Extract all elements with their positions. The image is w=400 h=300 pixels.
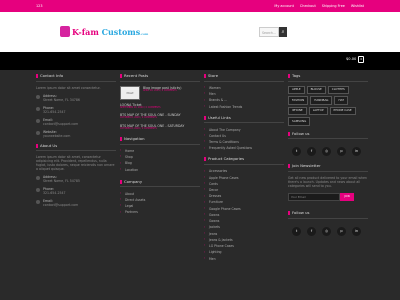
tag-chip[interactable]: SAMSUNG [288,117,311,126]
checkout-link[interactable]: Checkout [300,4,316,8]
tag-chip[interactable]: CLOTHES [327,85,349,95]
tag-chip[interactable]: PHONE CASE [329,106,356,116]
topbar-links: My account Checkout Shipping Free Wishli… [274,4,364,8]
social-links-2: t f ◎ p in [292,226,368,236]
tag-chip[interactable]: HAT [334,96,348,105]
location-icon [36,94,40,99]
tag-chip[interactable]: FASHION [288,96,309,105]
social-links: t f ◎ p in [292,147,368,157]
store-link[interactable]: Latest Fashion Trends [204,104,284,110]
main-nav [0,52,400,70]
email-icon [36,118,40,123]
location-icon [36,176,40,181]
navigation-heading: Navigation [120,135,200,145]
tag-cloud: APPLE BLOUSE CLOTHES FASHION HANDBAG HAT IPHON… [288,85,368,126]
categories-heading: Product Categories [204,155,284,166]
contact-column: Contact Info Lorem ipsum dolor sit amet … [36,72,116,208]
post-meta: SEPTEMBER 10, 2020 / 0 COMMENTS [120,105,161,109]
facebook-icon[interactable]: f [307,226,316,236]
instagram-icon[interactable]: ◎ [322,147,331,157]
cart-bag-icon: 0 [358,56,365,63]
tags-column: Tags APPLE BLOUSE CLOTHES FASHION HANDBAG HAT… [288,72,368,242]
tag-chip[interactable]: LAPTOP [308,106,328,116]
top-bar: 123 My account Checkout Shipping Free Wi… [0,0,400,12]
join-button[interactable]: JOIN [340,193,354,202]
about-heading: About Us [36,142,116,152]
email-input[interactable]: Your Email [288,193,340,202]
wishlist-link[interactable]: Wishlist [351,4,364,8]
nav-link-location[interactable]: Location [120,167,200,173]
about-text: Lorem ipsum dolor sit amet, consectetur … [36,155,115,172]
search-icon: ⌕ [281,29,285,35]
facebook-icon[interactable]: f [307,147,316,157]
my-account-link[interactable]: My account [274,4,294,8]
shipping-link[interactable]: Shipping Free [322,4,345,8]
newsletter-heading: Join Newsletter [288,162,368,173]
store-column: Store Women Men Brands & ... Latest Fash… [204,72,284,263]
category-link[interactable]: Men [204,256,284,262]
topbar-phone: 123 [36,3,43,8]
posts-column: Recent Posts IMAGE Blog image post (stic… [120,72,200,216]
newsletter-text: Get all new product delivered to your em… [288,176,367,189]
tags-heading: Tags [288,72,368,82]
post-meta: OCTOBER 8, 2020 / 0 COMMENTS [120,127,157,131]
useful-link[interactable]: Frequently Asked Questions [204,146,284,152]
search-button[interactable]: ⌕ [279,27,287,37]
follow-heading-2: Follow us [288,209,368,219]
linkedin-icon[interactable]: in [352,147,361,157]
site-header: K-fam Customs.com [0,12,400,52]
pinterest-icon[interactable]: p [337,147,346,157]
categories-list: AccessoriesApple Phone CasesCardsDecorDr… [204,169,284,263]
cart-total: $0.00 [346,57,357,62]
follow-heading: Follow us [288,130,368,140]
company-heading: Company [120,178,200,188]
contact-heading: Contact Info [36,72,116,82]
globe-icon [36,130,40,135]
instagram-icon[interactable]: ◎ [322,226,331,236]
contact-intro: Lorem ipsum dolor sit amet consectetur. [36,85,101,90]
tag-chip[interactable]: APPLE [288,85,305,95]
tag-chip[interactable]: HANDBAG [310,96,333,105]
logo-mark-icon [60,26,70,37]
company-link-partners[interactable]: Partners [120,210,200,216]
useful-links-heading: Useful Links [204,114,284,124]
search-input[interactable]: Search... [259,27,279,37]
pinterest-icon[interactable]: p [337,226,346,236]
twitter-icon[interactable]: t [292,226,301,236]
logo-text: K-fam Customs.com [72,26,149,37]
post-item[interactable]: IMAGE Blog image post (sticky) APRIL 18, … [120,85,200,100]
post-thumbnail[interactable]: IMAGE [120,85,140,100]
linkedin-icon[interactable]: in [352,226,361,236]
tag-chip[interactable]: BLOUSE [306,85,326,95]
phone-icon [36,106,40,111]
newsletter-form: Your Email JOIN [288,193,368,202]
post-meta: OCTOBER 8, 2020 / 0 COMMENTS [120,116,157,120]
cart-button[interactable]: $0.00 0 [346,56,365,63]
store-heading: Store [204,72,284,82]
tag-chip[interactable]: IPHONE [288,106,307,116]
email-icon [36,200,40,205]
site-logo[interactable]: K-fam Customs.com [60,26,148,37]
phone-icon [36,188,40,193]
twitter-icon[interactable]: t [292,147,301,157]
recent-posts-heading: Recent Posts [120,72,200,82]
